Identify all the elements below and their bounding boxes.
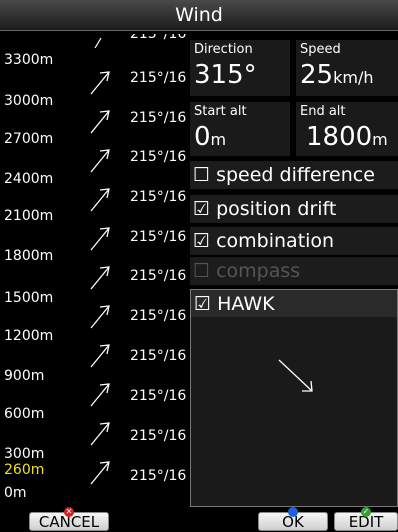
wind-value: 215°/16 xyxy=(130,348,187,364)
altitude-label: 300m xyxy=(4,446,45,462)
wind-value: 215°/16 xyxy=(130,189,187,205)
altitude-label: 600m xyxy=(4,406,45,422)
wind-direction-arrow-icon xyxy=(278,359,313,392)
wind-arrow-icon xyxy=(94,37,102,48)
wind-arrow-icon xyxy=(90,344,110,368)
wind-arrow-icon xyxy=(90,383,110,407)
wind-arrow-icon xyxy=(90,461,110,485)
speed-unit: km/h xyxy=(333,68,374,87)
edit-button[interactable]: ✓ EDIT xyxy=(334,507,398,531)
wind-value: 215°/16 xyxy=(130,268,187,284)
altitude-label: 3300m xyxy=(4,52,54,68)
start-alt-unit: m xyxy=(210,130,227,149)
option-label: speed difference xyxy=(216,164,375,186)
wind-value: 215°/16 xyxy=(130,468,187,484)
start-alt-value-wrap: 0m xyxy=(194,122,226,155)
wind-arrow-icon xyxy=(90,188,110,212)
altitude-label: 900m xyxy=(4,368,45,384)
option-position-drift[interactable]: ☑ position drift xyxy=(190,195,398,223)
checked-box-icon: ☑ xyxy=(194,293,212,315)
wind-arrow-icon xyxy=(90,227,110,251)
unchecked-box-icon: ☐ xyxy=(193,260,211,282)
edit-check-icon: ✓ xyxy=(361,507,371,517)
wind-value: 215°/16 xyxy=(130,428,187,444)
ok-dot-icon xyxy=(288,507,298,517)
option-compass: ☐ compass xyxy=(190,257,398,285)
option-label: HAWK xyxy=(217,293,275,315)
cancel-button[interactable]: ✕ CANCEL xyxy=(29,507,109,531)
altitude-label: 0m xyxy=(4,485,27,501)
speed-field[interactable]: Speed 25km/h xyxy=(296,40,398,96)
altitude-label: 2700m xyxy=(4,131,54,147)
wind-arrow-icon xyxy=(90,149,110,173)
wind-arrow-icon xyxy=(90,266,110,290)
start-alt-field[interactable]: Start alt 0m xyxy=(190,102,290,156)
checked-box-icon: ☑ xyxy=(193,198,211,220)
option-label: compass xyxy=(216,260,301,282)
wind-value: 215°/16 xyxy=(130,229,187,245)
start-alt-label: Start alt xyxy=(194,104,247,119)
altitude-label: 2100m xyxy=(4,208,54,224)
checked-box-icon: ☑ xyxy=(193,230,211,252)
current-altitude-label: 260m xyxy=(4,462,45,478)
wind-preview-panel xyxy=(190,317,398,507)
altitude-label: 2400m xyxy=(4,171,54,187)
speed-value-wrap: 25km/h xyxy=(300,60,373,93)
wind-value: 215°/16 xyxy=(130,70,187,86)
end-alt-unit: m xyxy=(372,130,388,149)
option-hawk[interactable]: ☑ HAWK xyxy=(190,289,398,317)
wind-value: 215°/16 xyxy=(130,149,187,165)
direction-field[interactable]: Direction 315° xyxy=(190,40,290,96)
wind-arrow-icon xyxy=(90,422,110,446)
option-label: position drift xyxy=(216,198,337,220)
wind-value: 215°/16 xyxy=(130,388,187,404)
wind-arrow-icon xyxy=(90,305,110,329)
altitude-label: 3000m xyxy=(4,93,54,109)
cancel-x-icon: ✕ xyxy=(64,507,74,517)
wind-value: 215°/16 xyxy=(130,110,187,126)
unchecked-box-icon: ☐ xyxy=(193,164,211,186)
end-alt-label: End alt xyxy=(300,104,346,119)
option-combination[interactable]: ☑ combination xyxy=(190,227,398,255)
end-alt-value: 1800 xyxy=(306,122,373,152)
option-speed-difference[interactable]: ☐ speed difference xyxy=(190,161,398,189)
ok-button[interactable]: OK xyxy=(258,507,328,531)
altitude-label: 1800m xyxy=(4,248,54,264)
window-title: Wind xyxy=(0,0,398,31)
end-alt-field[interactable]: End alt 1800m xyxy=(296,102,398,156)
wind-value-partial: 215°/16 xyxy=(130,34,187,42)
altitude-label: 1200m xyxy=(4,328,54,344)
start-alt-value: 0 xyxy=(194,122,211,152)
wind-arrow-icon xyxy=(90,71,110,95)
option-label: combination xyxy=(216,230,335,252)
direction-value: 315° xyxy=(194,60,257,90)
wind-value: 215°/16 xyxy=(130,308,187,324)
speed-label: Speed xyxy=(300,42,341,57)
speed-value: 25 xyxy=(300,60,334,90)
altitude-label: 1500m xyxy=(4,290,54,306)
end-alt-value-wrap: 1800m xyxy=(306,122,388,155)
wind-arrow-icon xyxy=(90,110,110,134)
direction-label: Direction xyxy=(194,42,253,57)
